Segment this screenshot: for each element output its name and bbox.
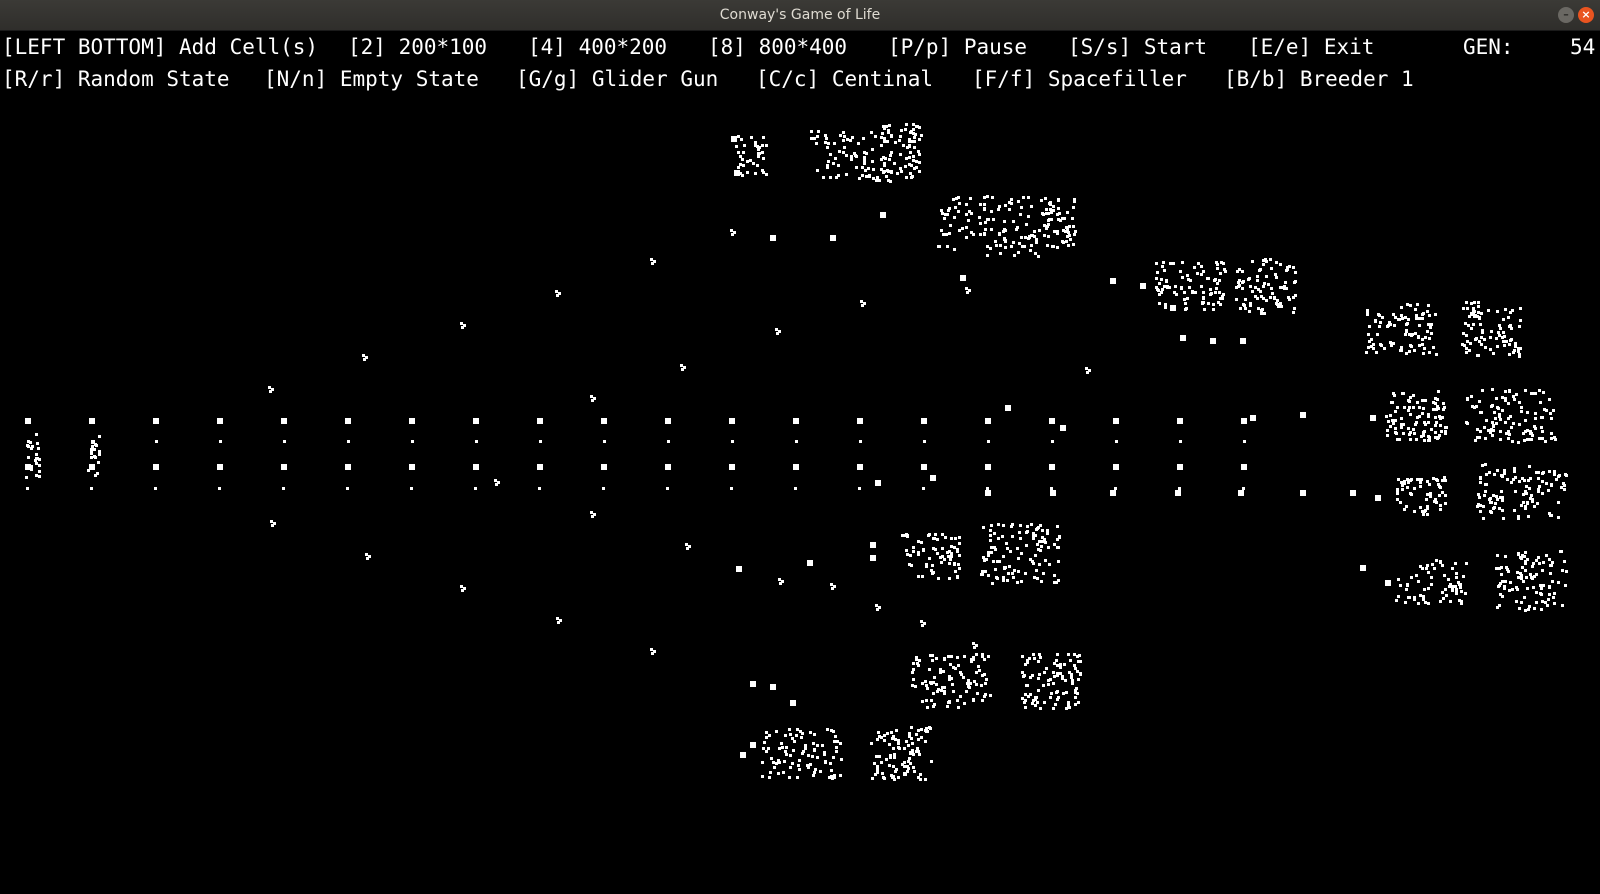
hud-empty-state: [N/n] Empty State bbox=[264, 67, 479, 91]
window-title: Conway's Game of Life bbox=[719, 7, 881, 23]
hud-exit: [E/e] Exit bbox=[1248, 35, 1375, 59]
game-canvas[interactable]: [LEFT BOTTOM] Add Cell(s) [2] 200*100 [4… bbox=[0, 31, 1600, 894]
hud-centinal: [C/c] Centinal bbox=[756, 67, 934, 91]
hud-size-4: [4] 400*200 bbox=[528, 35, 668, 59]
hud-size-8: [8] 800*400 bbox=[708, 35, 848, 59]
hud-pause: [P/p] Pause bbox=[888, 35, 1028, 59]
hud-breeder: [B/b] Breeder 1 bbox=[1224, 67, 1414, 91]
generation-label: GEN: bbox=[1463, 35, 1514, 59]
hud-spacefiller: [F/f] Spacefiller bbox=[972, 67, 1187, 91]
hud-add-cells: [LEFT BOTTOM] Add Cell(s) bbox=[2, 35, 319, 59]
hud-glider-gun: [G/g] Glider Gun bbox=[516, 67, 719, 91]
hud-random-state: [R/r] Random State bbox=[2, 67, 230, 91]
window-titlebar: Conway's Game of Life – × bbox=[0, 0, 1600, 31]
close-button[interactable]: × bbox=[1578, 7, 1594, 23]
generation-counter: 54 bbox=[1570, 35, 1596, 59]
cell-grid[interactable] bbox=[0, 31, 1600, 894]
hud-start: [S/s] Start bbox=[1068, 35, 1208, 59]
close-icon: × bbox=[1581, 8, 1591, 21]
hud-size-2: [2] 200*100 bbox=[348, 35, 488, 59]
minimize-button[interactable]: – bbox=[1558, 7, 1574, 23]
minimize-icon: – bbox=[1563, 8, 1569, 21]
